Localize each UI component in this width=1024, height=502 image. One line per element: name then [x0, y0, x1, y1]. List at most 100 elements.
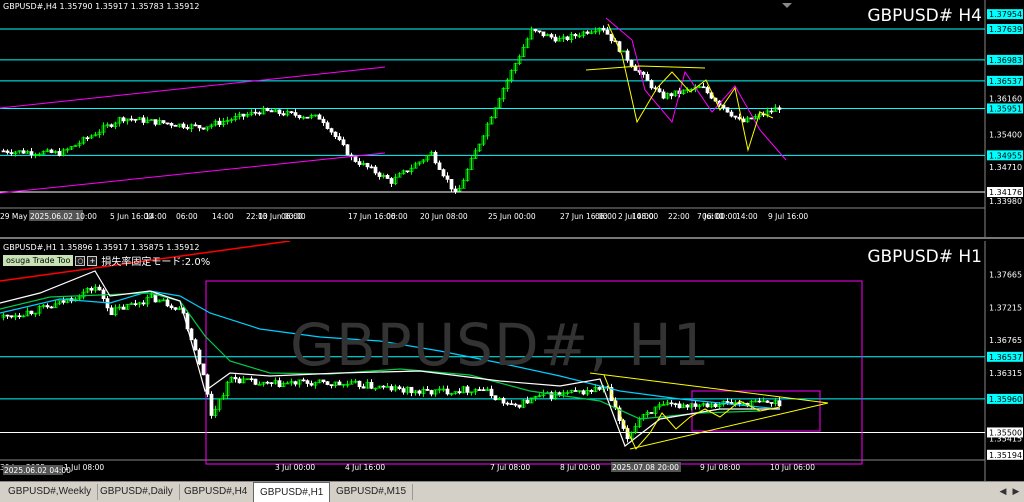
- h4-candle-body: [281, 113, 286, 116]
- trade-tool-panel[interactable]: osuga Trade Too ○ + 損失率固定モード:2.0%: [3, 255, 210, 268]
- h4-candle-body: [449, 179, 454, 190]
- h4-chart-window[interactable]: GBPUSD#,H4 1.35790 1.35917 1.35783 1.359…: [0, 0, 1024, 239]
- h4-time-label: 06:00: [176, 212, 198, 221]
- h4-candle-body: [169, 123, 174, 126]
- h4-zigzag-line: [605, 17, 787, 161]
- tool-settings-icon[interactable]: ○: [75, 255, 86, 266]
- h4-candle-body: [217, 120, 222, 125]
- h4-time-label: 13 Jun 00:00: [258, 212, 306, 221]
- h1-candle-body: [517, 404, 522, 408]
- h4-time-label: 2025.06.02 10:00: [30, 212, 97, 221]
- h4-time-label: 25 Jun 00:00: [488, 212, 536, 221]
- h1-price-label: 1.37665: [989, 270, 1022, 279]
- h4-price-chart[interactable]: 1.37954 1.37639 1.36983 1.36537 1.361601.359…: [0, 0, 1024, 237]
- h4-price-label: 1.35951: [989, 104, 1022, 113]
- h4-candle-body: [573, 34, 578, 37]
- h1-candle-body: [493, 395, 498, 401]
- h1-candle-body: [389, 386, 394, 391]
- h4-candle-body: [353, 156, 358, 162]
- h1-candle-body: [49, 306, 54, 309]
- h1-candle-body: [257, 383, 262, 386]
- h1-candle-body: [253, 378, 258, 385]
- h1-price-label: 1.36537: [989, 353, 1022, 362]
- h4-time-label: 14:00: [145, 212, 167, 221]
- h4-candle-body: [345, 144, 350, 156]
- h4-price-label: 1.34176: [989, 188, 1022, 197]
- h4-price-label: 1.37639: [989, 25, 1022, 34]
- h1-candle-body: [301, 379, 306, 382]
- h4-time-label: 06:00: [595, 212, 617, 221]
- h1-candle-body: [581, 390, 586, 395]
- h1-candle-body: [685, 404, 690, 408]
- h1-candle-body: [121, 306, 126, 310]
- tab-h1[interactable]: GBPUSD#,H1: [253, 482, 331, 502]
- h4-candle-body: [1, 150, 6, 153]
- h1-candle-body: [277, 380, 282, 388]
- h1-time-label: 1 Jul 08:00: [64, 463, 104, 472]
- h4-candle-body: [277, 109, 282, 114]
- h4-candle-body: [257, 112, 262, 115]
- h1-price-label: 1.36315: [989, 369, 1022, 378]
- h4-candle-body: [437, 162, 442, 170]
- h1-candle-body: [429, 390, 434, 395]
- h1-watermark: GBPUSD#, H1: [290, 311, 711, 379]
- h1-price-label: 1.35194: [989, 451, 1022, 460]
- h1-candle-body: [9, 315, 14, 318]
- h1-candle-body: [109, 307, 114, 316]
- tab-scroll-right-icon[interactable]: ▶: [1011, 486, 1021, 498]
- h4-candle-body: [645, 74, 650, 81]
- h1-candle-body: [777, 400, 782, 407]
- h4-candle-body: [541, 31, 546, 37]
- h1-candle-body: [765, 400, 770, 403]
- tab-daily[interactable]: GBPUSD#,Daily: [94, 484, 180, 500]
- tab-weekly[interactable]: GBPUSD#,Weekly: [2, 484, 99, 500]
- h1-candle-body: [489, 388, 494, 397]
- h1-candle-body: [197, 349, 202, 365]
- h4-candle-body: [329, 128, 334, 133]
- h1-chart-window[interactable]: GBPUSD#, H1 GBPUSD#,H1 1.35896 1.35917 1…: [0, 241, 1024, 481]
- h4-time-label: 9 Jul 16:00: [768, 212, 808, 221]
- h1-candle-body: [201, 363, 206, 376]
- h4-candle-body: [373, 166, 378, 174]
- h1-candle-body: [269, 382, 274, 385]
- h4-candle-body: [433, 151, 438, 164]
- h1-candle-body: [465, 386, 470, 393]
- tab-m15[interactable]: GBPUSD#,M15: [330, 484, 414, 500]
- h1-candle-body: [457, 391, 462, 394]
- h4-candle-body: [333, 131, 338, 137]
- h4-candle-body: [185, 127, 190, 129]
- h4-candle-body: [629, 59, 634, 67]
- h1-candle-body: [133, 303, 138, 305]
- h4-candle-body: [537, 30, 542, 33]
- h4-candle-body: [165, 122, 170, 125]
- h1-candle-body: [89, 288, 94, 291]
- h4-candle-body: [565, 36, 570, 41]
- h1-candle-body: [5, 314, 10, 317]
- h4-time-label: 20 Jun 08:00: [420, 212, 468, 221]
- h4-candle-body: [725, 107, 730, 113]
- h4-candle-body: [369, 166, 374, 169]
- h4-candle-body: [153, 119, 158, 125]
- h4-ohlc-readout: GBPUSD#,H4 1.35790 1.35917 1.35783 1.359…: [3, 2, 200, 11]
- h4-candle-body: [777, 107, 782, 110]
- h1-candle-body: [173, 307, 178, 310]
- h4-candle-body: [265, 107, 270, 111]
- h1-candle-body: [417, 390, 422, 394]
- h1-candle-body: [385, 386, 390, 388]
- tab-h4[interactable]: GBPUSD#,H4: [178, 484, 255, 500]
- h1-candle-body: [757, 400, 762, 403]
- trade-tool-name[interactable]: osuga Trade Too: [3, 255, 74, 266]
- h1-time-label: 2025.06.02 04:00: [4, 466, 71, 475]
- h1-candle-body: [409, 386, 414, 394]
- tab-scroll-left-icon[interactable]: ◀: [998, 486, 1008, 498]
- h1-time-label: 9 Jul 08:00: [700, 463, 740, 472]
- tool-expand-icon[interactable]: +: [87, 255, 98, 266]
- h4-candle-body: [769, 110, 774, 113]
- h1-candle-body: [501, 398, 506, 404]
- h4-price-label: 1.34955: [989, 151, 1022, 160]
- h1-time-label: 3 Jul 00:00: [275, 463, 315, 472]
- h4-candle-body: [293, 112, 298, 116]
- h1-candle-body: [17, 315, 22, 318]
- h4-candle-body: [161, 120, 166, 124]
- h4-price-label: 1.36983: [989, 56, 1022, 65]
